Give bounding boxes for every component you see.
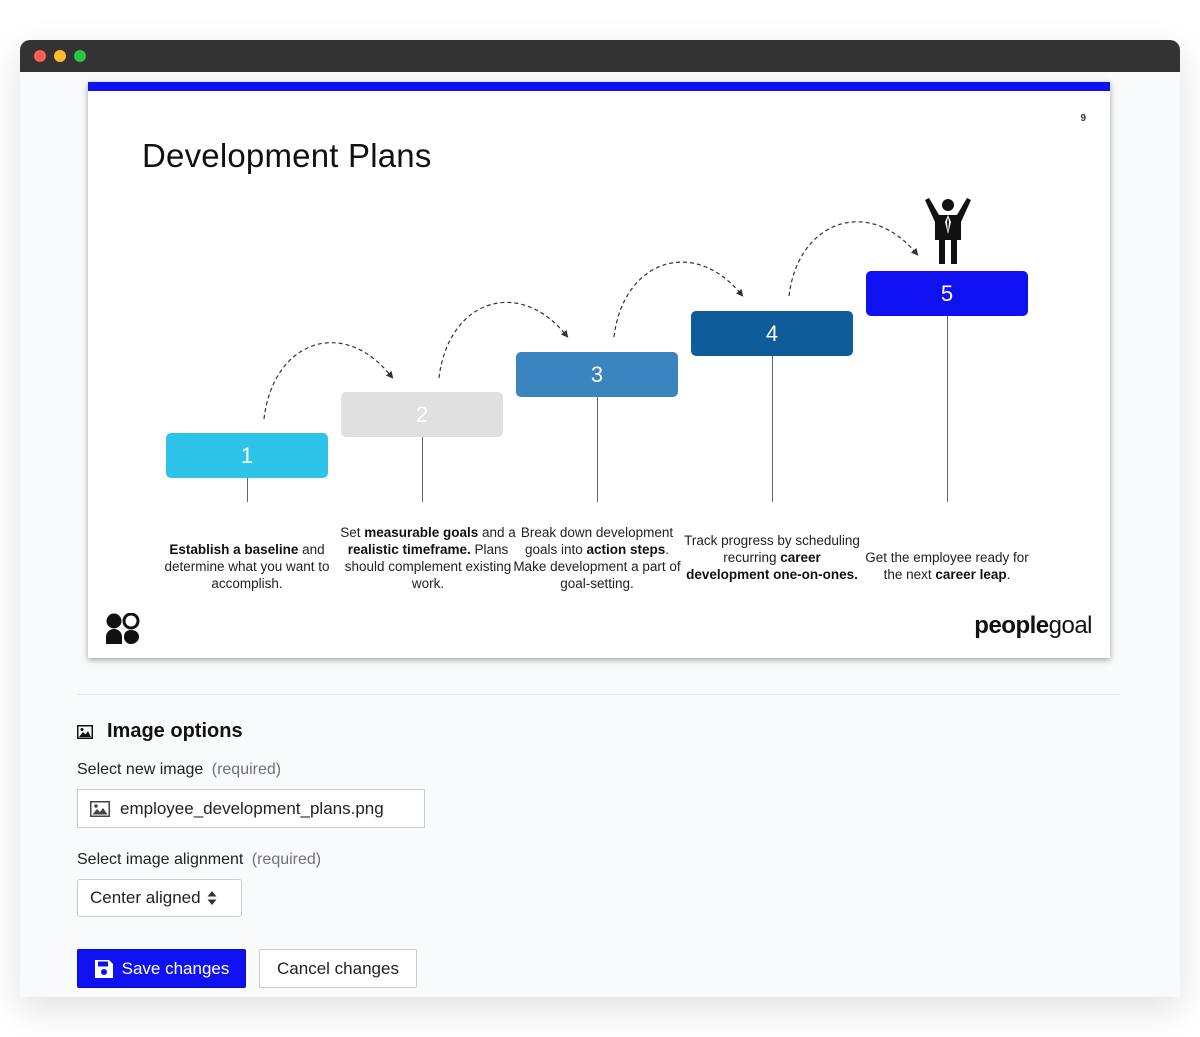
select-alignment-label-text: Select image alignment — [77, 851, 244, 868]
step-number-5: 5 — [940, 280, 954, 306]
save-changes-button[interactable]: Save changes — [77, 949, 246, 988]
step-text-4: Track progress by scheduling recurring c… — [684, 533, 860, 582]
maximize-window-button[interactable] — [74, 50, 86, 62]
step-line-1 — [247, 478, 248, 502]
select-image-input[interactable]: employee_development_plans.png — [77, 789, 425, 828]
alignment-selected-value: Center aligned — [90, 888, 201, 907]
step-number-1: 1 — [240, 442, 254, 468]
select-arrows-icon — [207, 891, 217, 905]
step-line-2 — [422, 437, 423, 502]
peoplegoal-wordmark: peoplegoal — [974, 612, 1092, 640]
window-titlebar — [20, 40, 1180, 72]
step-line-5 — [947, 316, 948, 502]
cancel-changes-button[interactable]: Cancel changes — [259, 949, 417, 988]
step-box-2: 2 — [341, 392, 503, 437]
close-window-button[interactable] — [34, 50, 46, 62]
select-image-label: Select new image (required) — [77, 761, 281, 779]
step-number-2: 2 — [415, 401, 429, 427]
alignment-select[interactable]: Center aligned — [77, 879, 242, 917]
image-options-title: Image options — [107, 720, 243, 742]
file-image-icon — [90, 800, 110, 817]
slide-image-preview: 9 Development Plans 1 Establish a baseli… — [88, 82, 1110, 658]
minimize-window-button[interactable] — [54, 50, 66, 62]
required-hint: (required) — [211, 761, 282, 778]
floppy-disk-icon — [94, 959, 113, 978]
person-arms-raised-icon — [925, 198, 971, 264]
step-text-2: Set measurable goals and a realistic tim… — [340, 525, 516, 591]
step-text-1: Establish a baseline and determine what … — [164, 542, 330, 591]
step-box-3: 3 — [516, 352, 678, 397]
required-hint: (required) — [251, 851, 322, 868]
step-number-4: 4 — [765, 320, 779, 346]
save-changes-label: Save changes — [121, 958, 230, 978]
selected-image-filename: employee_development_plans.png — [120, 798, 384, 818]
image-icon — [77, 724, 93, 739]
step-box-5: 5 — [866, 271, 1028, 316]
step-box-4: 4 — [691, 311, 853, 356]
step-line-4 — [772, 356, 773, 502]
cancel-changes-label: Cancel changes — [277, 958, 399, 978]
select-image-label-text: Select new image — [77, 761, 204, 778]
image-options-heading: Image options — [77, 720, 243, 743]
browser-window: 9 Development Plans 1 Establish a baseli… — [20, 40, 1180, 997]
step-box-1: 1 — [166, 433, 328, 478]
brand-light: goal — [1048, 612, 1093, 639]
step-number-3: 3 — [590, 361, 604, 387]
peoplegoal-logo-icon — [106, 613, 140, 644]
brand-bold: people — [974, 612, 1049, 639]
step-text-5: Get the employee ready for the next care… — [865, 550, 1029, 582]
select-alignment-label: Select image alignment (required) — [77, 851, 321, 869]
step-line-3 — [597, 397, 598, 502]
step-text-3: Break down development goals into action… — [513, 525, 681, 591]
section-divider — [77, 694, 1120, 695]
